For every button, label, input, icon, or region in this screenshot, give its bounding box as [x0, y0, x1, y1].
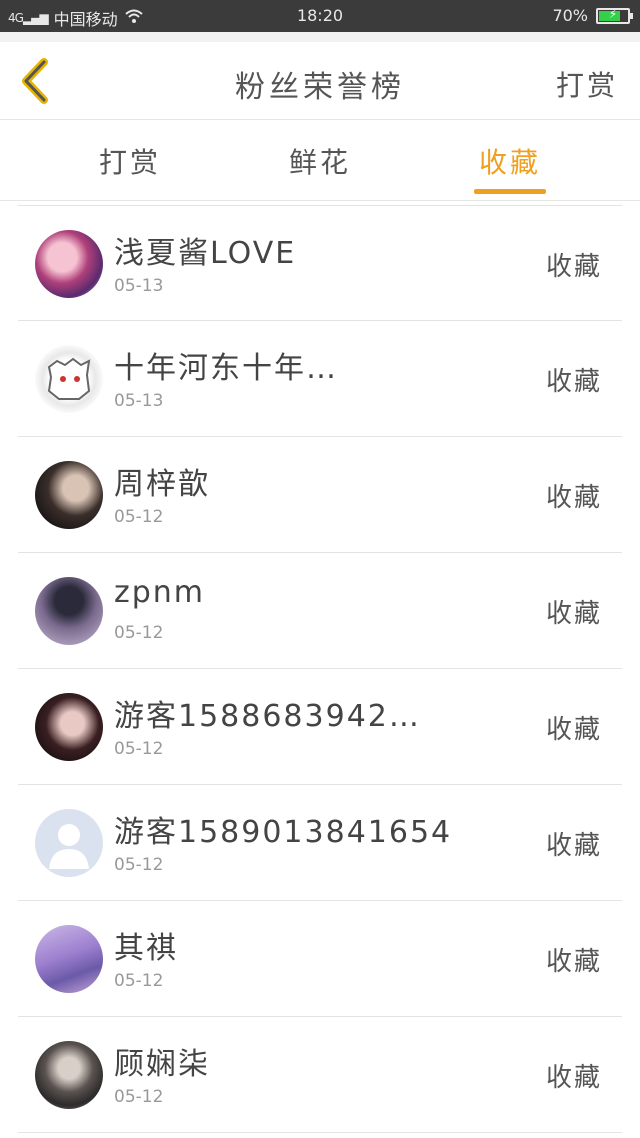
tab-flowers[interactable]: 鲜花 — [270, 141, 370, 181]
avatar — [35, 577, 103, 645]
tab-reward[interactable]: 打赏 — [80, 141, 180, 181]
avatar — [35, 345, 103, 413]
page-title: 粉丝荣誉榜 — [235, 70, 405, 105]
user-name: 顾娴柒 — [114, 1047, 210, 1082]
favorite-label: 收藏 — [545, 1063, 602, 1093]
nav-bar: 粉丝荣誉榜 打赏 — [0, 42, 640, 120]
item-date: 05-13 — [114, 391, 164, 411]
avatar — [35, 461, 103, 529]
active-tab-indicator — [474, 189, 546, 194]
user-name: 游客1588683942… — [114, 699, 421, 734]
item-date: 05-12 — [114, 971, 164, 991]
user-name: zpnm — [114, 575, 206, 610]
battery-icon: ⚡ — [596, 6, 633, 24]
user-name: 浅夏酱LOVE — [114, 236, 297, 271]
list-item[interactable]: 周梓歆 05-12 收藏 — [18, 437, 622, 553]
charging-icon: ⚡ — [608, 6, 618, 21]
avatar — [35, 809, 103, 877]
item-date: 05-12 — [114, 623, 164, 643]
favorite-label: 收藏 — [545, 831, 602, 861]
list-item[interactable]: 顾娴柒 05-12 收藏 — [18, 1017, 622, 1133]
user-name: 十年河东十年… — [114, 351, 338, 386]
list-item[interactable]: 游客1588683942… 05-12 收藏 — [18, 669, 622, 785]
user-name: 其祺 — [114, 931, 178, 966]
favorite-label: 收藏 — [545, 483, 602, 513]
status-bar: 4G▂▄▆ 中国移动 18:20 70% ⚡ — [0, 0, 640, 32]
avatar — [35, 925, 103, 993]
battery-percent: 70% — [552, 6, 588, 25]
item-date: 05-12 — [114, 855, 164, 875]
item-date: 05-12 — [114, 739, 164, 759]
avatar — [35, 230, 103, 298]
favorite-label: 收藏 — [545, 599, 602, 629]
user-name: 周梓歆 — [114, 467, 210, 502]
tab-bar: 打赏 鲜花 收藏 — [0, 121, 640, 201]
list-item[interactable]: 十年河东十年… 05-13 收藏 — [18, 321, 622, 437]
favorite-label: 收藏 — [545, 715, 602, 745]
list-item[interactable]: 游客15890138416​54 05-12 收藏 — [18, 785, 622, 901]
tab-favorites[interactable]: 收藏 — [460, 141, 560, 181]
reward-button[interactable]: 打赏 — [556, 64, 618, 104]
item-date: 05-13 — [114, 276, 164, 296]
favorite-label: 收藏 — [545, 947, 602, 977]
item-date: 05-12 — [114, 507, 164, 527]
favorite-label: 收藏 — [545, 367, 602, 397]
avatar — [35, 1041, 103, 1109]
clock: 18:20 — [296, 6, 344, 25]
favorite-label: 收藏 — [545, 252, 602, 282]
default-user-icon — [49, 824, 89, 869]
header-gap — [0, 32, 640, 42]
list-item[interactable]: 其祺 05-12 收藏 — [18, 901, 622, 1017]
avatar-drawing-icon — [47, 357, 91, 400]
list-item[interactable]: zpnm 05-12 收藏 — [18, 553, 622, 669]
item-date: 05-12 — [114, 1087, 164, 1107]
user-name: 游客15890138416​54 — [114, 815, 453, 850]
avatar — [35, 693, 103, 761]
fan-list: 浅夏酱LOVE 05-13 收藏 十年河东十年… 05-13 收藏 周梓歆 05… — [0, 205, 640, 1133]
list-item[interactable]: 浅夏酱LOVE 05-13 收藏 — [18, 205, 622, 321]
